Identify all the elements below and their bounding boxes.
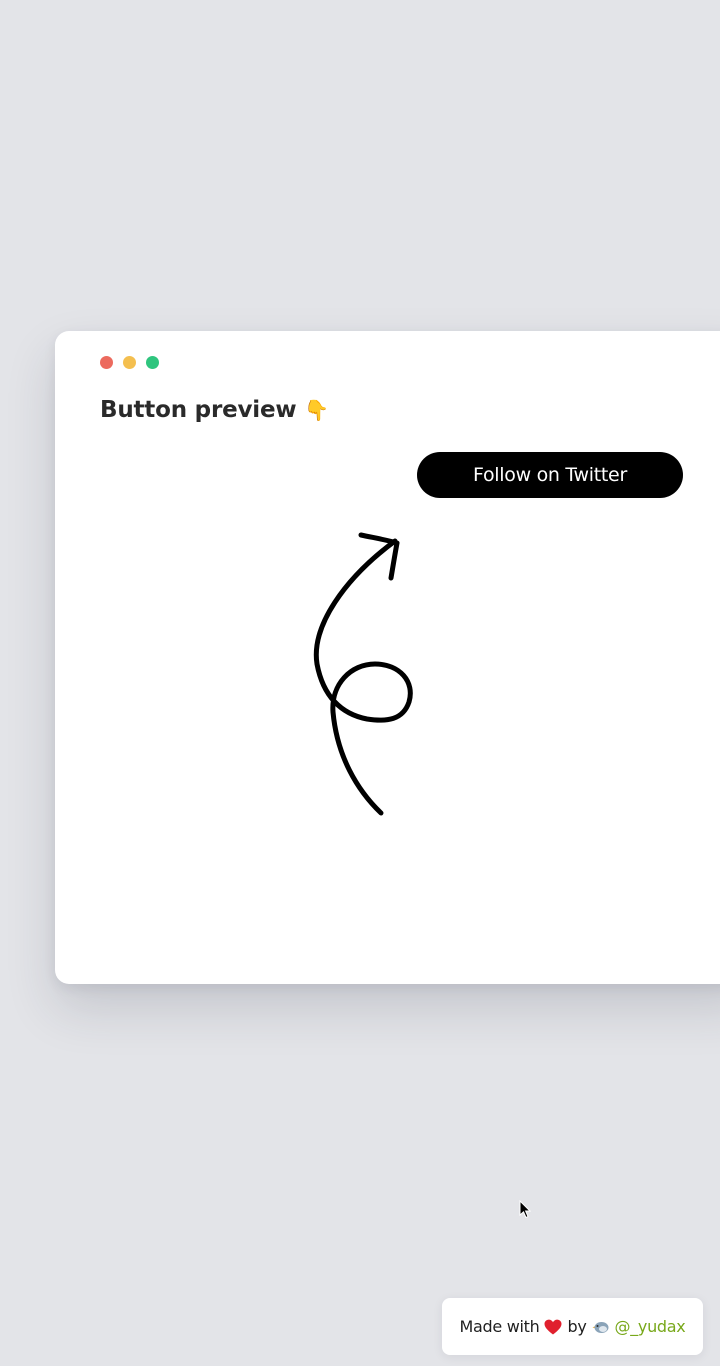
page-title-text: Button preview [100,397,297,423]
made-with-text: Made with [459,1317,540,1336]
window-close-dot[interactable] [100,356,113,369]
preview-window: Button preview 👇 Follow on Twitter [55,331,720,984]
window-minimize-dot[interactable] [123,356,136,369]
follow-on-twitter-button[interactable]: Follow on Twitter [417,452,683,498]
window-zoom-dot[interactable] [146,356,159,369]
heart-icon [544,1319,562,1334]
made-with-credit: Made with by @_yudax [442,1298,703,1355]
author-handle-link[interactable]: @_yudax [615,1317,686,1336]
window-traffic-lights [100,356,169,369]
page-title: Button preview 👇 [100,397,329,423]
mouse-cursor-icon [519,1200,531,1219]
curly-arrow-icon [313,532,413,816]
by-text: by [567,1317,587,1336]
pointing-down-icon: 👇 [304,398,330,422]
bird-icon [592,1321,609,1333]
